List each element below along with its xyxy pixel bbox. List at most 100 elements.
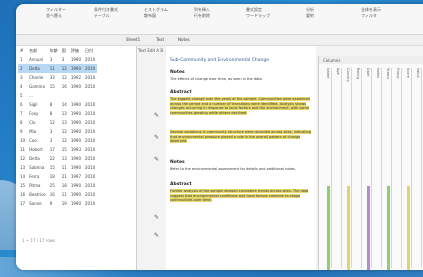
table-cell[interactable]: 10 <box>18 136 27 145</box>
ribbon-group[interactable]: フィルター 並べ替え <box>46 7 66 19</box>
pencil-icon[interactable]: ✎ <box>154 134 159 141</box>
table-cell[interactable]: 1990 <box>69 199 83 208</box>
table-row[interactable]: 6 Sigil 8 14 1990 2010 <box>18 100 97 109</box>
table-cell[interactable] <box>69 91 83 100</box>
table-cell[interactable]: 13 <box>60 109 69 118</box>
table-cell[interactable]: 2 <box>18 64 28 73</box>
table-cell[interactable]: 2010 <box>83 154 97 163</box>
tab-sheet1[interactable]: Sheet1 <box>126 37 140 42</box>
pencil-icon[interactable]: ✎ <box>154 112 159 119</box>
table-cell[interactable]: 12 <box>60 136 69 145</box>
table-cell[interactable]: Coo <box>27 136 48 145</box>
table-cell[interactable]: 9 <box>48 199 60 208</box>
column-header[interactable]: 年齢 <box>48 46 60 55</box>
table-cell[interactable]: 15 <box>48 163 60 172</box>
table-cell[interactable]: 16 <box>18 190 27 199</box>
table-row[interactable]: 13 Sabrina 15 11 1990 2010 <box>18 163 97 172</box>
table-row[interactable]: 15 Pitma 25 18 1990 2010 <box>18 181 97 190</box>
table-cell[interactable]: 5 <box>18 91 27 100</box>
table-cell[interactable]: Mia <box>27 127 48 136</box>
table-row[interactable]: 7 Foxy 8 13 1990 2010 <box>18 109 97 118</box>
table-cell[interactable]: 11 <box>60 163 69 172</box>
table-cell[interactable]: 1990 <box>69 136 83 145</box>
table-cell[interactable]: 8 <box>48 109 60 118</box>
table-cell[interactable]: 1993 <box>69 145 83 154</box>
table-cell[interactable]: 1997 <box>69 172 83 181</box>
table-cell[interactable]: 1990 <box>69 181 83 190</box>
table-cell[interactable]: Sanne <box>27 199 48 208</box>
table-cell[interactable]: 2010 <box>83 199 97 208</box>
table-cell[interactable]: 17 <box>48 145 60 154</box>
table-cell[interactable]: Hobert <box>27 145 48 154</box>
table-cell[interactable]: 2010 <box>83 100 97 109</box>
table-cell[interactable]: 16 <box>48 190 60 199</box>
column-label[interactable]: Age <box>335 68 340 75</box>
table-cell[interactable]: 33 <box>48 73 60 82</box>
column-label[interactable]: Group <box>395 68 400 79</box>
column-label[interactable]: Name <box>325 68 330 78</box>
table-cell[interactable]: 15 <box>48 82 60 91</box>
table-cell[interactable]: Sabrina <box>27 163 48 172</box>
table-cell[interactable]: 7 <box>18 109 27 118</box>
table-cell[interactable]: 2010 <box>83 172 97 181</box>
table-cell[interactable]: Pitma <box>27 181 48 190</box>
ribbon-group[interactable]: 書式設定 ワードラップ <box>246 7 270 19</box>
table-row[interactable]: 10 Coo 3 12 1990 2010 <box>18 136 97 145</box>
table-cell[interactable]: 2010 <box>83 73 97 82</box>
table-cell[interactable]: 2010 <box>83 127 97 136</box>
column-header[interactable]: 名前 <box>27 46 48 55</box>
table-cell[interactable]: 1990 <box>69 127 83 136</box>
table-cell[interactable]: 21 <box>60 172 69 181</box>
table-cell[interactable]: 1990 <box>69 55 83 64</box>
table-cell[interactable]: 1 <box>18 55 27 64</box>
table-cell[interactable]: Clo <box>27 118 48 127</box>
table-cell[interactable]: 12 <box>60 127 69 136</box>
table-row[interactable]: 12 Delta 22 13 1990 2010 <box>18 154 97 163</box>
table-cell[interactable]: 2010 <box>83 109 97 118</box>
table-cell[interactable]: 1990 <box>69 100 83 109</box>
table-row[interactable]: 9 Mia 3 12 1990 2010 <box>18 127 97 136</box>
table-cell[interactable]: 1990 <box>68 64 84 73</box>
table-cell[interactable]: 12 <box>60 73 69 82</box>
table-cell[interactable]: 3 <box>48 127 60 136</box>
column-label[interactable]: Notes <box>375 68 380 78</box>
table-cell[interactable]: 2010 <box>83 64 98 73</box>
table-cell[interactable]: 2010 <box>83 118 97 127</box>
table-row[interactable]: 16 Beatrice 16 11 1990 2010 <box>18 190 97 199</box>
ribbon-group[interactable]: ヒストグラム 散布図 <box>144 7 168 19</box>
table-cell[interactable]: 3 <box>18 73 27 82</box>
table-row[interactable]: 4 Gamma 15 16 1990 2010 <box>18 82 97 91</box>
table-row[interactable]: 8 Clo 12 13 1990 2010 <box>18 118 97 127</box>
column-label[interactable]: Rating <box>355 68 360 79</box>
table-cell[interactable]: Annual <box>27 55 48 64</box>
column-header[interactable]: 日付 <box>83 46 97 55</box>
column-header[interactable]: 国 <box>60 46 69 55</box>
table-row[interactable]: 14 Ferra 18 21 1997 2010 <box>18 172 97 181</box>
column-header[interactable]: # <box>18 46 27 55</box>
table-cell[interactable]: 11 <box>60 190 69 199</box>
table-cell[interactable]: 14 <box>60 100 69 109</box>
table-row[interactable]: 1 Annual 3 3 1990 2010 <box>18 55 97 64</box>
table-cell[interactable]: 1990 <box>69 82 83 91</box>
table-cell[interactable]: 18 <box>60 181 69 190</box>
table-cell[interactable] <box>48 91 60 100</box>
table-cell[interactable]: 19 <box>60 199 69 208</box>
table-cell[interactable]: 3 <box>48 136 60 145</box>
table-cell[interactable]: 11 <box>18 145 27 154</box>
table-cell[interactable]: 1992 <box>69 73 83 82</box>
table-cell[interactable]: 2010 <box>83 181 97 190</box>
pencil-icon[interactable]: ✎ <box>154 156 159 163</box>
ribbon-group[interactable]: 全体を表示 フィルタ <box>361 7 381 19</box>
table-cell[interactable]: 1990 <box>69 109 83 118</box>
table-cell[interactable]: 13 <box>18 163 27 172</box>
table-cell[interactable]: 3 <box>60 55 69 64</box>
column-label[interactable]: Score <box>405 68 410 78</box>
table-cell[interactable]: 12 <box>48 118 60 127</box>
table-row[interactable]: 3 Charlie 33 12 1992 2010 <box>18 73 97 82</box>
table-row[interactable]: 5... <box>18 91 97 100</box>
ribbon-group[interactable]: 列を挿入 行を削除 <box>194 7 210 19</box>
column-label[interactable]: Country <box>345 68 350 82</box>
table-cell[interactable]: 1990 <box>69 118 83 127</box>
tab-text[interactable]: Text <box>156 37 164 42</box>
table-cell[interactable]: 25 <box>48 181 60 190</box>
